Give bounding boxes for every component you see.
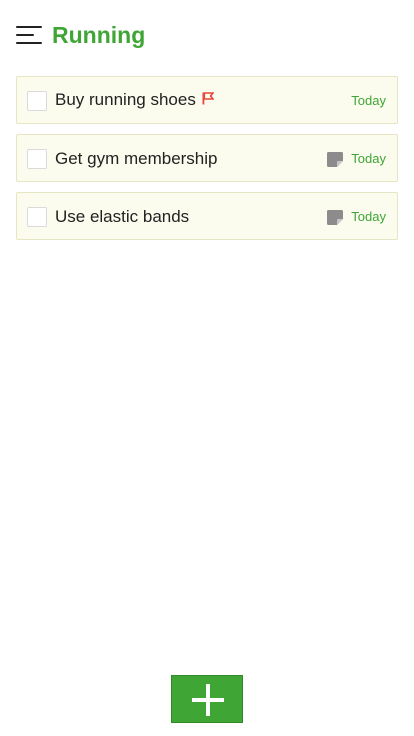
due-date: Today: [351, 209, 386, 224]
task-label: Get gym membership: [55, 149, 218, 168]
list-title: Running: [52, 22, 146, 48]
task-item[interactable]: Get gym membership Today: [16, 134, 398, 182]
due-date: Today: [351, 93, 386, 108]
task-checkbox[interactable]: [27, 149, 47, 169]
task-checkbox[interactable]: [27, 91, 47, 111]
task-item[interactable]: Use elastic bands Today: [16, 192, 398, 240]
note-icon: [327, 152, 343, 167]
flag-icon: [202, 92, 214, 105]
task-list: Buy running shoes Today Get gym membersh…: [16, 76, 398, 250]
task-label: Use elastic bands: [55, 207, 190, 226]
note-icon: [327, 210, 343, 225]
add-task-button[interactable]: [171, 675, 243, 723]
task-label: Buy running shoes: [55, 90, 196, 109]
task-item[interactable]: Buy running shoes Today: [16, 76, 398, 124]
due-date: Today: [351, 151, 386, 166]
task-checkbox[interactable]: [27, 207, 47, 227]
hamburger-menu-icon[interactable]: [16, 26, 42, 46]
app-header: Running: [0, 0, 414, 70]
